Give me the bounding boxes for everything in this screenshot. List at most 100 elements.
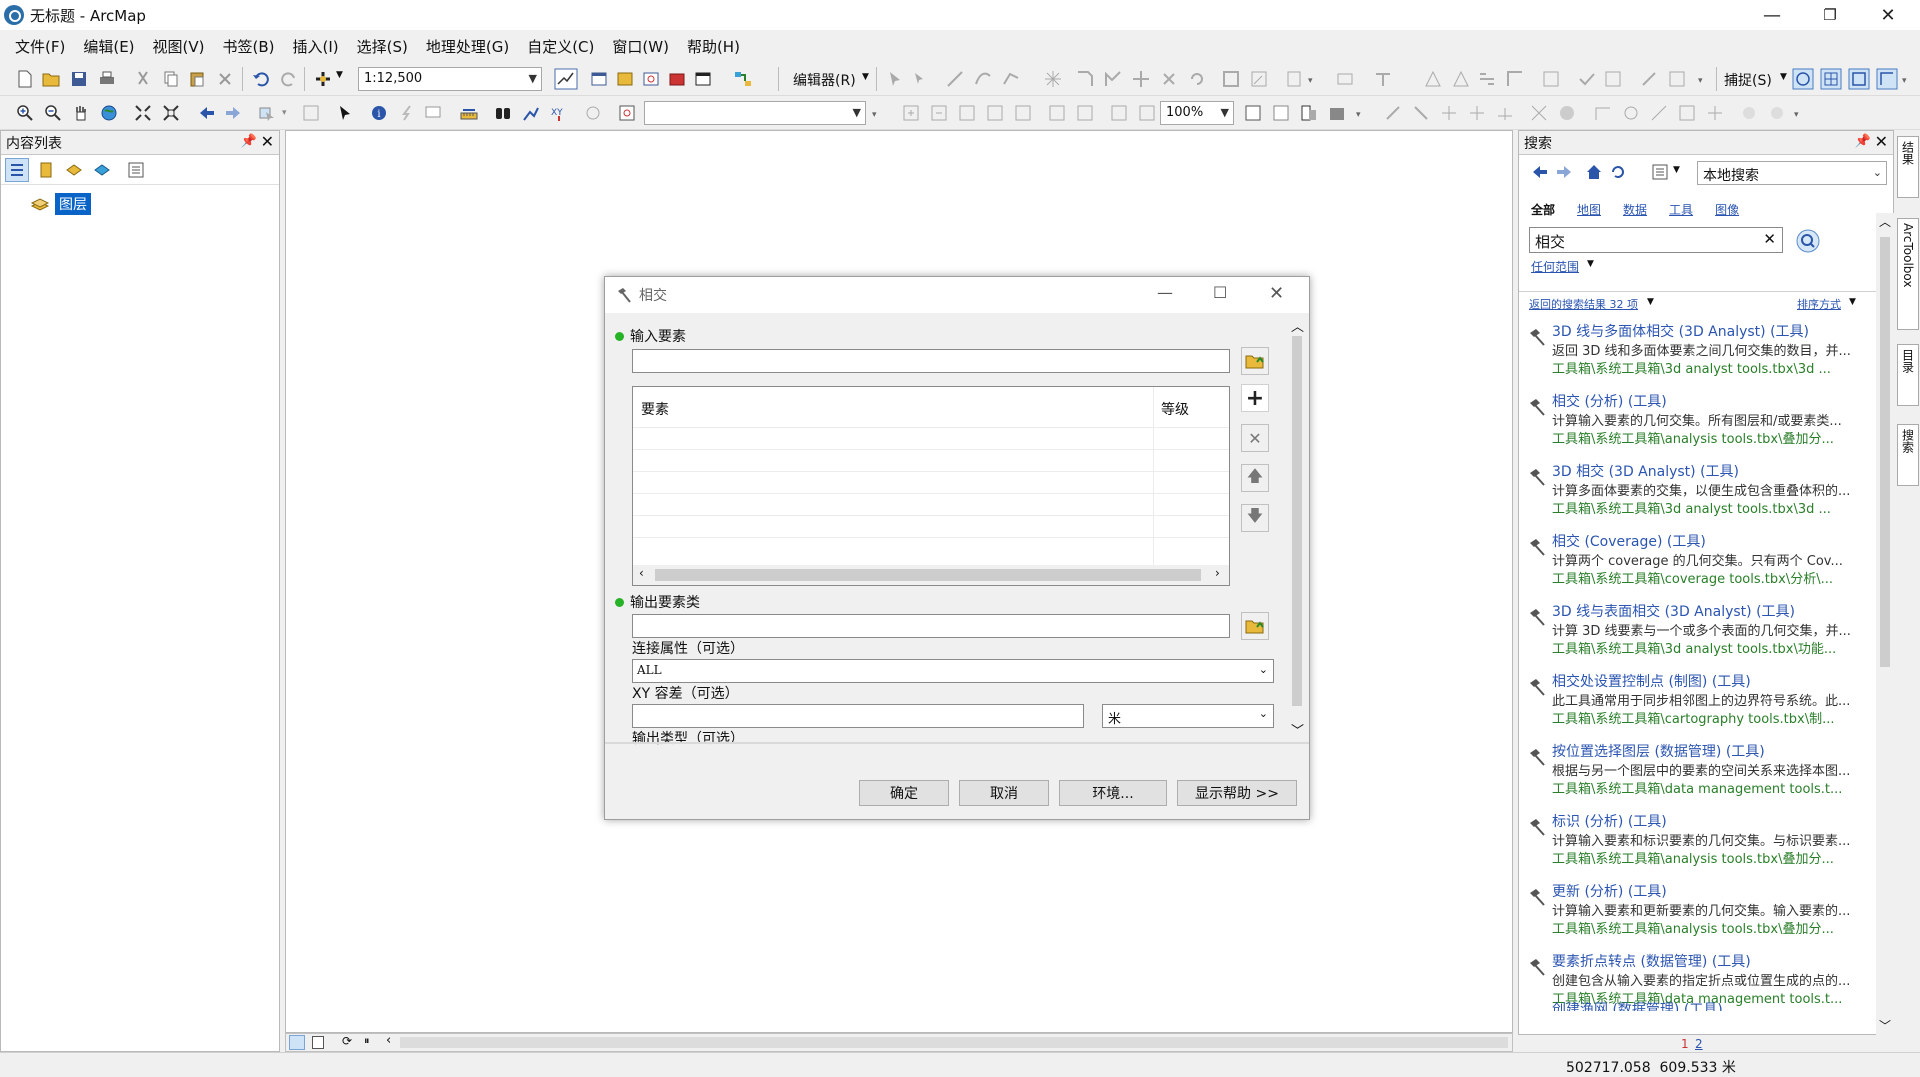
go-to-xy-icon[interactable]: XY xyxy=(550,104,568,122)
grid-scroll-thumb[interactable] xyxy=(655,569,1201,581)
result-title[interactable]: 相交 (分析) (工具) xyxy=(1552,391,1667,411)
scroll-up-icon[interactable]: ︿ xyxy=(1291,316,1304,335)
search-window-icon[interactable] xyxy=(642,70,660,88)
dialog-scroll-thumb[interactable] xyxy=(1292,336,1302,706)
map-scale-combo[interactable]: 1:12,500 ▼ xyxy=(358,67,542,91)
open-folder-icon[interactable] xyxy=(42,70,60,88)
filter-all[interactable]: 全部 xyxy=(1531,201,1555,218)
grid-horizontal-scrollbar[interactable]: ‹ › xyxy=(633,565,1229,585)
vertex-snapping-icon[interactable] xyxy=(1848,68,1870,90)
topology-reshape-icon[interactable] xyxy=(1478,70,1496,88)
sketch-properties-icon[interactable] xyxy=(1188,70,1206,88)
menu-view[interactable]: 视图(V) xyxy=(144,36,214,57)
result-title[interactable]: 相交处设置控制点 (制图) (工具) xyxy=(1552,671,1751,691)
data-driven-pages-icon[interactable] xyxy=(1328,104,1346,122)
horizontal-scrollbar[interactable] xyxy=(400,1037,1508,1048)
browse-output-button[interactable] xyxy=(1241,612,1269,640)
spatial-extent-dropdown-icon[interactable]: ▼ xyxy=(1587,259,1594,269)
result-title[interactable]: 3D 相交 (3D Analyst) (工具) xyxy=(1552,461,1739,481)
snapping-toolbar-options-icon[interactable]: ▾ xyxy=(1902,76,1907,86)
dialog-minimize-button[interactable]: — xyxy=(1157,283,1173,302)
layout-view-button[interactable] xyxy=(312,1036,324,1049)
refresh-view-icon[interactable]: ⟳ xyxy=(342,1034,352,1048)
pause-drawing-icon[interactable]: ⏸ xyxy=(364,1034,370,1048)
fixed-zoom-out-icon[interactable] xyxy=(162,104,180,122)
cogo-report-icon[interactable] xyxy=(1678,104,1696,122)
list-item[interactable]: 标识 (分析) (工具) 计算输入要素和标识要素的几何交集。与标识要素... 工具箱… xyxy=(1519,811,1876,877)
layout-fixed-zoom-out-icon[interactable] xyxy=(1076,104,1094,122)
zoom-out-icon[interactable] xyxy=(44,104,62,122)
map-topology-icon[interactable] xyxy=(1424,70,1442,88)
input-features-grid[interactable]: 要素 等级 ‹ › xyxy=(632,386,1230,586)
list-item[interactable]: 相交 (Coverage) (工具) 计算两个 coverage 的几何交集。只有… xyxy=(1519,531,1876,597)
zoom-100-percent-icon[interactable] xyxy=(1014,104,1032,122)
layout-pan-icon[interactable] xyxy=(958,104,976,122)
hyperlink-icon[interactable] xyxy=(398,104,416,122)
error-inspector-icon[interactable] xyxy=(1604,70,1622,88)
view-options-icon[interactable] xyxy=(1651,163,1669,181)
spatial-extent-link[interactable]: 任何范围 xyxy=(1531,258,1579,275)
table-of-contents-icon[interactable] xyxy=(590,70,608,88)
menu-geoprocessing[interactable]: 地理处理(G) xyxy=(417,36,518,57)
snapping-dropdown-icon[interactable]: ▼ xyxy=(1780,72,1787,82)
select-features-dropdown-icon[interactable]: ▾ xyxy=(282,108,287,118)
data-view-button[interactable] xyxy=(289,1035,305,1050)
snapping-menu[interactable]: 捕捉(S) xyxy=(1724,70,1772,90)
go-forward-icon[interactable] xyxy=(224,104,242,122)
cut-polygons-icon[interactable] xyxy=(1104,70,1122,88)
list-item[interactable]: 3D 相交 (3D Analyst) (工具) 计算多面体要素的交集，以便生成包含… xyxy=(1519,461,1876,527)
new-document-icon[interactable] xyxy=(16,70,34,88)
create-features-icon[interactable] xyxy=(1286,70,1304,88)
end-snapping-icon[interactable] xyxy=(1820,68,1842,90)
result-title[interactable]: 3D 线与多面体相交 (3D Analyst) (工具) xyxy=(1552,321,1809,341)
results-count-dropdown-icon[interactable]: ▼ xyxy=(1647,297,1654,307)
model-builder-icon[interactable] xyxy=(734,70,752,88)
add-row-button[interactable]: + xyxy=(1241,384,1269,412)
straight-segment-icon[interactable] xyxy=(946,70,964,88)
validate-icon[interactable] xyxy=(1578,70,1596,88)
measure-icon[interactable] xyxy=(460,104,478,122)
animation-icon[interactable] xyxy=(1740,104,1758,122)
arctoolbox-icon[interactable] xyxy=(668,70,686,88)
tab-catalog[interactable]: 目录 xyxy=(1897,344,1919,406)
save-icon[interactable] xyxy=(70,70,88,88)
attributes-icon[interactable] xyxy=(1222,70,1240,88)
layout-zoom-in-icon[interactable] xyxy=(902,104,920,122)
auto-hide-pin-icon[interactable]: 📌 xyxy=(241,134,257,149)
menu-selection[interactable]: 选择(S) xyxy=(348,36,417,57)
results-count-link[interactable]: 返回的搜索结果 32 项 xyxy=(1529,296,1638,312)
georeferencing-icon[interactable] xyxy=(1336,70,1354,88)
cogo-icon[interactable] xyxy=(1594,104,1612,122)
result-title[interactable]: 创建渔网 (数据管理) (工具) xyxy=(1552,999,1723,1011)
dialog-vertical-scrollbar[interactable]: ︿ ﹀ xyxy=(1287,316,1307,742)
undo-icon[interactable] xyxy=(252,70,270,88)
list-item[interactable]: 3D 线与多面体相交 (3D Analyst) (工具) 返回 3D 线和多面体要… xyxy=(1519,321,1876,387)
clear-selection-icon[interactable] xyxy=(302,104,320,122)
join-attributes-select[interactable]: ALL ⌄ xyxy=(632,659,1274,683)
result-title[interactable]: 3D 线与表面相交 (3D Analyst) (工具) xyxy=(1552,601,1795,621)
list-by-source-icon[interactable] xyxy=(37,161,55,179)
georef-rotate-icon[interactable] xyxy=(1412,104,1430,122)
topology-errors-icon[interactable] xyxy=(1542,70,1560,88)
georef-toolbar-options-icon[interactable]: ▾ xyxy=(1794,110,1799,120)
scroll-up-icon[interactable]: ︿ xyxy=(1879,213,1891,230)
search-scope-select[interactable]: 本地搜索 ⌄ xyxy=(1697,161,1887,185)
topology-icon[interactable] xyxy=(1374,70,1392,88)
result-title[interactable]: 更新 (分析) (工具) xyxy=(1552,881,1667,901)
end-point-arc-icon[interactable] xyxy=(974,70,992,88)
view-options-dropdown-icon[interactable]: ▼ xyxy=(1673,165,1680,175)
topology-modify-icon[interactable] xyxy=(1506,70,1524,88)
focus-data-frame-icon[interactable] xyxy=(1272,104,1290,122)
pan-icon[interactable] xyxy=(72,104,90,122)
point-snapping-icon[interactable] xyxy=(1792,68,1814,90)
filter-data[interactable]: 数据 xyxy=(1623,201,1647,218)
result-title[interactable]: 相交 (Coverage) (工具) xyxy=(1552,531,1706,551)
layout-zoom-out-icon[interactable] xyxy=(930,104,948,122)
result-title[interactable]: 要素折点转点 (数据管理) (工具) xyxy=(1552,951,1751,971)
sort-by-link[interactable]: 排序方式 xyxy=(1797,296,1841,312)
point-icon[interactable] xyxy=(1044,70,1062,88)
topology-edit-icon[interactable] xyxy=(1452,70,1470,88)
list-by-selection-icon[interactable] xyxy=(93,161,111,179)
go-back-icon[interactable] xyxy=(198,104,216,122)
scroll-down-icon[interactable]: ﹀ xyxy=(1879,1017,1891,1034)
